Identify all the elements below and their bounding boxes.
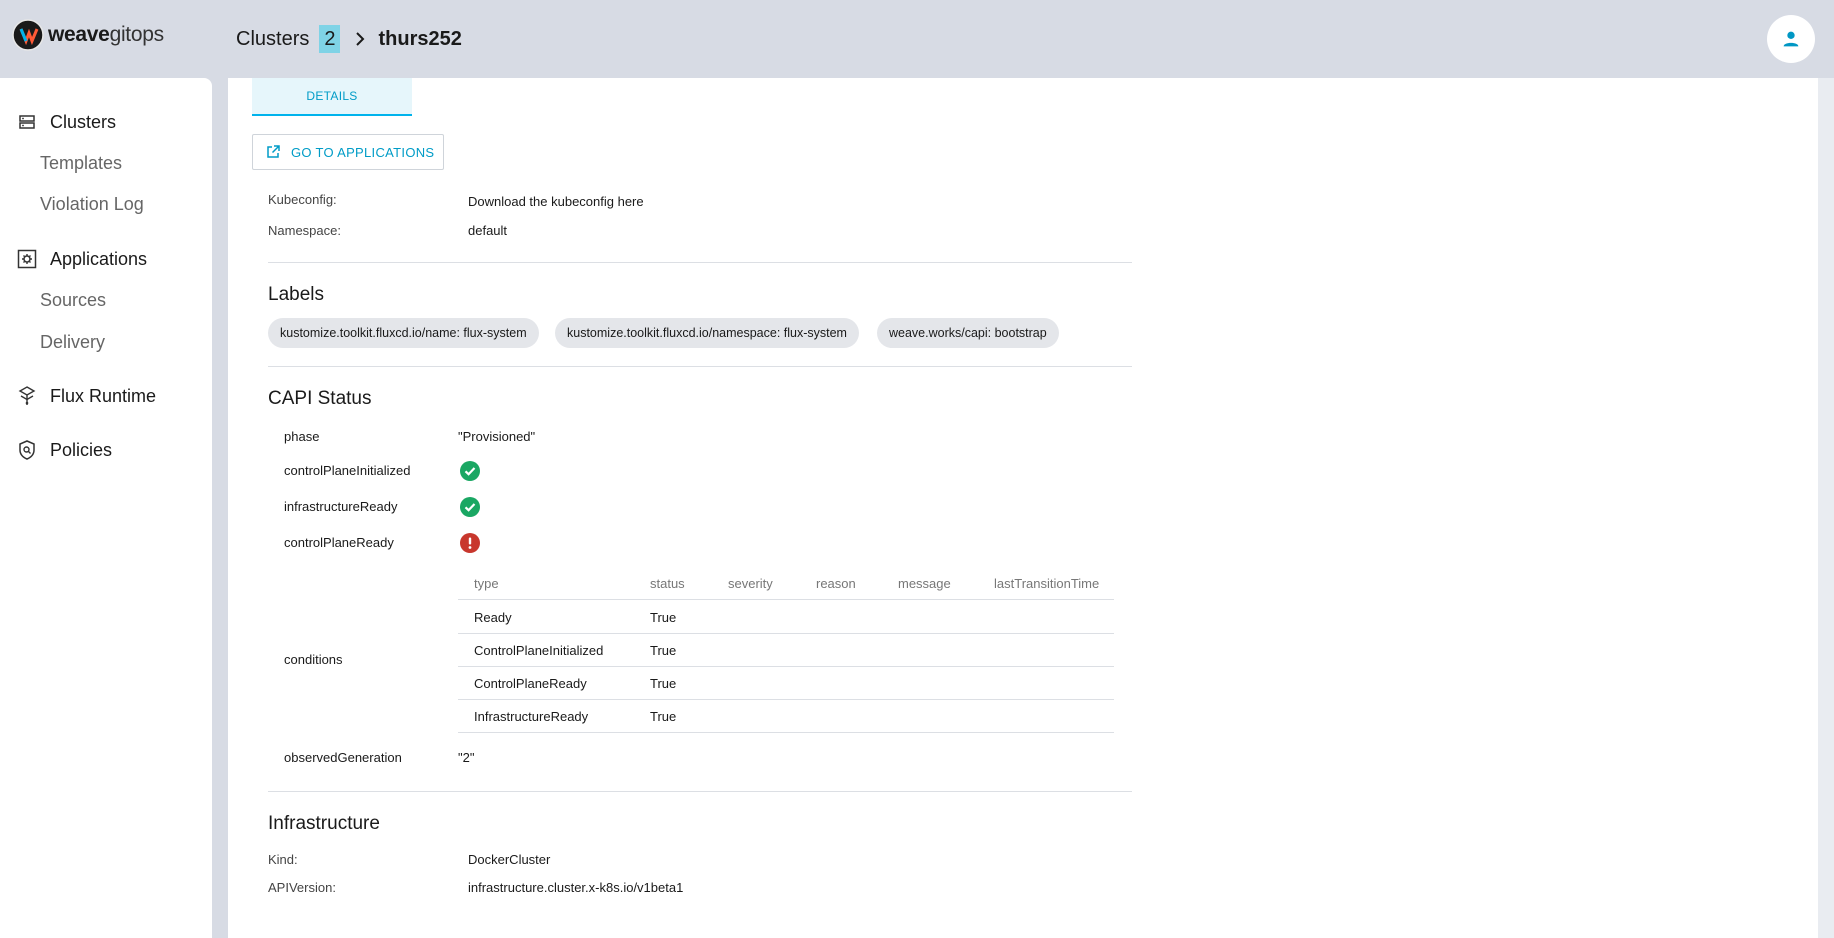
chevron-right-icon	[356, 32, 365, 46]
namespace-value: default	[468, 223, 508, 238]
sidebar-item-violation-log[interactable]: Violation Log	[40, 194, 144, 215]
column-header-status: status	[650, 576, 685, 591]
infrastructure-section-title: Infrastructure	[268, 813, 380, 834]
logo-text-bold: weave	[48, 23, 110, 46]
table-row: ControlPlaneInitialized True	[458, 634, 1114, 667]
shield-search-icon	[16, 439, 38, 461]
top-bar: weavegitops Clusters 2 thurs252	[0, 0, 1834, 78]
sidebar-item-policies[interactable]: Policies	[16, 439, 112, 461]
capi-status-section-title: CAPI Status	[268, 388, 372, 409]
condition-status: True	[650, 643, 677, 658]
label-chip: kustomize.toolkit.fluxcd.io/namespace: f…	[555, 318, 859, 348]
condition-type: ControlPlaneReady	[474, 676, 587, 691]
flux-icon	[16, 385, 38, 407]
infrastructure-ready-label: infrastructureReady	[284, 499, 398, 514]
namespace-label: Namespace:	[268, 223, 341, 238]
clusters-count-badge: 2	[319, 25, 341, 53]
external-link-icon	[267, 145, 280, 158]
logo-text-light: gitops	[109, 23, 165, 46]
api-version-label: APIVersion:	[268, 880, 336, 895]
sidebar-item-label: Applications	[50, 248, 148, 269]
api-version-value: infrastructure.cluster.x-k8s.io/v1beta1	[468, 880, 684, 895]
sidebar-item-flux-runtime[interactable]: Flux Runtime	[16, 385, 156, 407]
go-to-applications-button[interactable]: GO TO APPLICATIONS	[252, 134, 444, 170]
sidebar-item-label: Policies	[50, 439, 113, 460]
server-icon	[16, 111, 38, 133]
column-header-last-transition-time: lastTransitionTime	[994, 576, 1100, 591]
table-row: InfrastructureReady True	[458, 700, 1114, 733]
observed-generation-label: observedGeneration	[284, 750, 402, 765]
weave-gitops-logo-icon	[12, 19, 44, 51]
sidebar-item-templates[interactable]: Templates	[40, 153, 122, 174]
sidebar-item-applications[interactable]: Applications	[16, 248, 147, 270]
tab-details[interactable]: DETAILS	[252, 78, 412, 116]
conditions-label: conditions	[284, 652, 343, 667]
go-to-applications-label: GO TO APPLICATIONS	[291, 144, 435, 160]
kubeconfig-download-link[interactable]: Download the kubeconfig here	[468, 194, 644, 209]
breadcrumb-current-cluster: thurs252	[378, 27, 462, 50]
cluster-details-panel: DETAILS GO TO APPLICATIONS Kubeconfig: D…	[228, 78, 1818, 938]
condition-type: ControlPlaneInitialized	[474, 643, 604, 658]
breadcrumb: Clusters 2 thurs252	[236, 24, 462, 54]
kubeconfig-label: Kubeconfig:	[268, 192, 337, 207]
phase-value: "Provisioned"	[458, 429, 536, 444]
kind-value: DockerCluster	[468, 852, 551, 867]
table-row: ControlPlaneReady True	[458, 667, 1114, 700]
divider	[268, 262, 1132, 263]
breadcrumb-clusters-link[interactable]: Clusters	[236, 28, 309, 51]
page-scrollbar[interactable]	[1818, 78, 1834, 938]
logo-text: weavegitops	[48, 23, 164, 47]
condition-type: InfrastructureReady	[474, 709, 589, 724]
condition-status: True	[650, 610, 677, 625]
sidebar: Clusters Templates Violation Log Applica…	[0, 78, 212, 938]
sidebar-item-delivery[interactable]: Delivery	[40, 332, 105, 353]
check-circle-icon	[460, 461, 480, 481]
error-circle-icon	[460, 533, 480, 553]
sidebar-item-clusters[interactable]: Clusters	[16, 111, 116, 133]
kind-label: Kind:	[268, 852, 298, 867]
column-header-type: type	[474, 576, 499, 591]
column-header-message: message	[898, 576, 951, 591]
sidebar-item-label: Flux Runtime	[50, 385, 157, 406]
divider	[268, 791, 1132, 792]
label-chip: kustomize.toolkit.fluxcd.io/name: flux-s…	[268, 318, 539, 348]
control-plane-ready-label: controlPlaneReady	[284, 535, 394, 550]
phase-label: phase	[284, 429, 320, 444]
divider	[268, 366, 1132, 367]
label-chip: weave.works/capi: bootstrap	[877, 318, 1059, 348]
user-icon	[1783, 31, 1799, 47]
table-row: Ready True	[458, 601, 1114, 634]
gear-box-icon	[16, 248, 38, 270]
weave-gitops-logo[interactable]: weavegitops	[12, 18, 164, 52]
condition-type: Ready	[474, 610, 512, 625]
conditions-table-header: type status severity reason message last…	[458, 566, 1114, 600]
control-plane-initialized-label: controlPlaneInitialized	[284, 463, 411, 478]
sidebar-item-sources[interactable]: Sources	[40, 290, 106, 311]
user-menu-button[interactable]	[1767, 15, 1815, 63]
condition-status: True	[650, 709, 677, 724]
check-circle-icon	[460, 497, 480, 517]
sidebar-item-label: Clusters	[50, 111, 117, 132]
labels-section-title: Labels	[268, 284, 324, 305]
column-header-reason: reason	[816, 576, 856, 591]
observed-generation-value: "2"	[458, 750, 475, 765]
column-header-severity: severity	[728, 576, 773, 591]
condition-status: True	[650, 676, 677, 691]
